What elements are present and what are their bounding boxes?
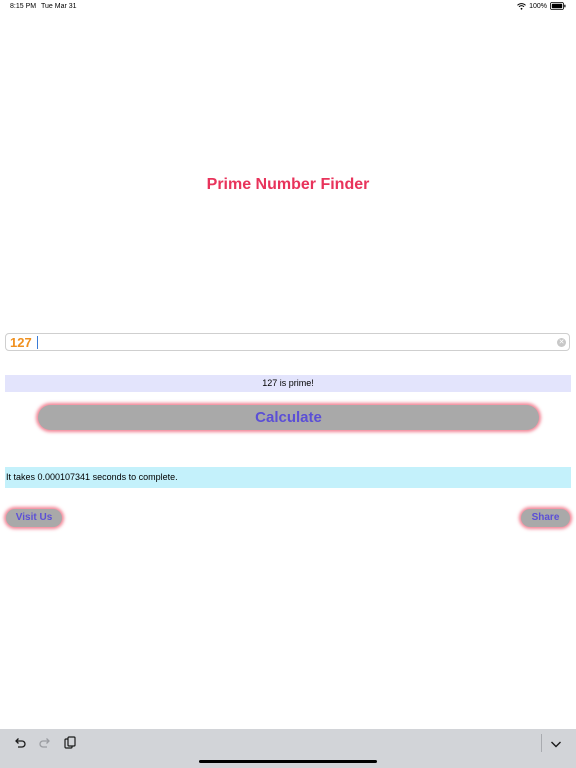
paste-icon[interactable] xyxy=(63,736,77,750)
battery-icon xyxy=(550,2,566,10)
status-bar: 8:15 PM Tue Mar 31 100% xyxy=(0,0,576,14)
result-message: 127 is prime! xyxy=(5,375,571,392)
calculate-button[interactable]: Calculate xyxy=(38,405,539,430)
number-input[interactable] xyxy=(10,335,550,350)
redo-icon[interactable] xyxy=(38,736,52,750)
visit-us-button[interactable]: Visit Us xyxy=(6,509,62,527)
undo-icon[interactable] xyxy=(13,736,27,750)
status-indicators: 100% xyxy=(517,2,566,10)
status-time: 8:15 PM xyxy=(10,3,37,10)
clear-input-icon[interactable]: ✕ xyxy=(557,338,566,347)
timing-message: It takes 0.000107341 seconds to complete… xyxy=(5,467,571,488)
number-input-container[interactable]: ✕ xyxy=(5,333,570,351)
wifi-icon xyxy=(517,2,526,10)
keyboard-dismiss-icon[interactable] xyxy=(550,737,562,749)
home-indicator[interactable] xyxy=(199,760,377,763)
battery-percent: 100% xyxy=(529,2,547,10)
toolbar-divider xyxy=(541,734,542,752)
share-button[interactable]: Share xyxy=(521,509,570,527)
text-caret xyxy=(37,336,38,349)
status-date: Tue Mar 31 xyxy=(41,3,77,10)
page-title: Prime Number Finder xyxy=(206,176,370,193)
